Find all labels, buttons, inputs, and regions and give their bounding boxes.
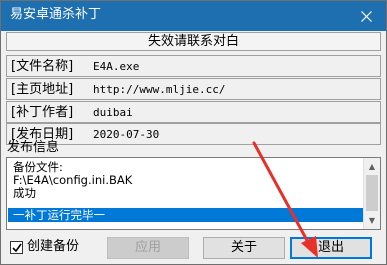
create-backup-label: 创建备份 [27,239,80,254]
date-value: 2020-07-30 [93,127,376,143]
contact-banner: 失效请联系对白 [6,32,381,51]
info-row-filename: [文件名称] E4A.exe [6,55,381,77]
checkbox-box[interactable] [10,240,23,254]
check-icon [12,243,22,252]
close-button[interactable] [347,1,386,31]
patch-window: 易安卓通杀补丁 失效请联系对白 [文件名称] E4A.exe [主页地址] ht… [0,0,387,265]
info-row-date: [发布日期] 2020-07-30 [6,123,381,145]
info-row-author: [补丁作者] duibai [6,101,381,123]
apply-button[interactable]: 应用 [107,237,189,259]
homepage-value[interactable]: http://www.mljie.cc/ [93,82,376,98]
about-button[interactable]: 关于 [203,237,285,259]
exit-button[interactable]: 退出 [290,237,372,259]
log-line-selected[interactable]: 一补丁运行完毕一 [8,208,363,222]
scroll-down-arrow-icon[interactable]: ▼ [364,212,380,228]
author-value: duibai [93,105,376,121]
window-title: 易安卓通杀补丁 [10,7,102,22]
info-row-homepage: [主页地址] http://www.mljie.cc/ [6,78,381,100]
scroll-up-arrow-icon[interactable]: ▲ [364,158,380,174]
create-backup-checkbox[interactable]: 创建备份 [10,238,79,256]
author-label: [补丁作者] [11,105,74,120]
filename-label: [文件名称] [11,59,74,74]
log-title: 发布信息 [7,140,60,155]
log-listbox[interactable]: 备份文件: F:\E4A\config.ini.BAK 成功 一补丁运行完毕一 … [6,157,381,230]
homepage-label: [主页地址] [11,82,74,97]
filename-value: E4A.exe [93,59,376,75]
close-icon [361,10,372,22]
title-bar[interactable]: 易安卓通杀补丁 [1,1,386,31]
scrollbar-thumb[interactable] [366,175,378,211]
log-line: 成功 [13,186,36,200]
client-area: 失效请联系对白 [文件名称] E4A.exe [主页地址] http://www… [1,31,386,264]
log-scrollbar[interactable]: ▲ ▼ [363,158,380,229]
